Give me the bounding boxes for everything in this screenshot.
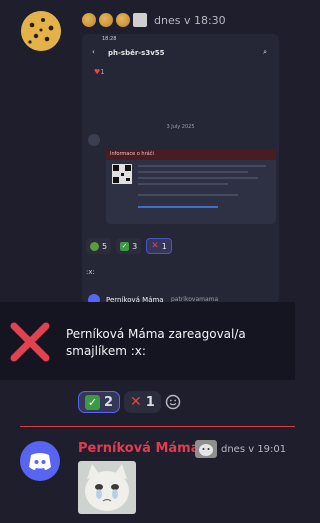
attached-screenshot[interactable]: 18:28 ‹ ph-sběr-s3v55 ⌕ ♥1 3 July 2025 I…: [82, 34, 279, 304]
cookie-icon: [116, 13, 130, 27]
reaction-chip: ✓ 3: [116, 238, 142, 254]
avatar-cookie[interactable]: [21, 11, 61, 51]
date-divider: 3 July 2025: [166, 124, 195, 130]
avatar-discord[interactable]: [20, 441, 60, 481]
reaction-count: 1: [145, 394, 155, 410]
cat-icon: [78, 461, 136, 514]
check-icon: ✓: [120, 241, 130, 251]
channel-name: ph-sběr-s3v55: [108, 49, 165, 57]
reaction-check[interactable]: ✓ 2: [78, 391, 121, 413]
cookie-icon: [21, 11, 61, 51]
notification-text: Perníková Máma zareagoval/a smajlíkem :x…: [66, 327, 246, 358]
crying-cat-sticker[interactable]: [78, 461, 136, 514]
cat-badge-icon: [195, 440, 217, 458]
qr-code: [112, 164, 132, 184]
new-messages-divider: [20, 426, 295, 427]
cat-icon: [133, 13, 147, 27]
frog-icon: [90, 241, 99, 251]
screenshot-reactions: 5 ✓ 3 ✕ 1: [86, 238, 172, 254]
discord-logo-icon: [29, 453, 51, 470]
x-icon: ✕: [151, 241, 159, 251]
command-text: :x:: [86, 268, 95, 276]
reaction-count: 2: [104, 394, 114, 410]
add-reaction-icon[interactable]: [165, 394, 181, 410]
phone-status-bar: 18:28: [82, 34, 279, 44]
message-timestamp: dnes v 18:30: [154, 13, 226, 27]
message-reactions: ✓ 2 ✕ 1: [78, 391, 181, 413]
cookie-icon: [82, 13, 96, 27]
reaction-notification[interactable]: Perníková Máma zareagoval/a smajlíkem :x…: [0, 302, 295, 380]
channel-header: ‹ ph-sběr-s3v55 ⌕: [92, 48, 267, 57]
x-icon: [10, 322, 50, 362]
reaction-row-small: ♥1: [94, 68, 105, 76]
message-header: dnes v 18:30: [82, 10, 226, 30]
reaction-chip: ✕ 1: [146, 238, 172, 254]
status-time: 18:28: [102, 36, 117, 42]
reaction-x[interactable]: ✕ 1: [124, 391, 161, 413]
author-name[interactable]: Perníková Máma: [78, 441, 200, 456]
reaction-chip: 5: [86, 238, 112, 254]
embed-card: Informace o hráči: [106, 150, 276, 224]
avatar: [88, 134, 100, 146]
x-icon: ✕: [130, 394, 142, 410]
embed-card-header: Informace o hráči: [106, 150, 276, 160]
search-icon: ⌕: [263, 48, 267, 56]
check-icon: ✓: [85, 394, 100, 410]
cookie-icon: [99, 13, 113, 27]
embed-card-title: Informace o hráči: [110, 151, 154, 157]
message-timestamp: dnes v 19:01: [221, 444, 287, 455]
